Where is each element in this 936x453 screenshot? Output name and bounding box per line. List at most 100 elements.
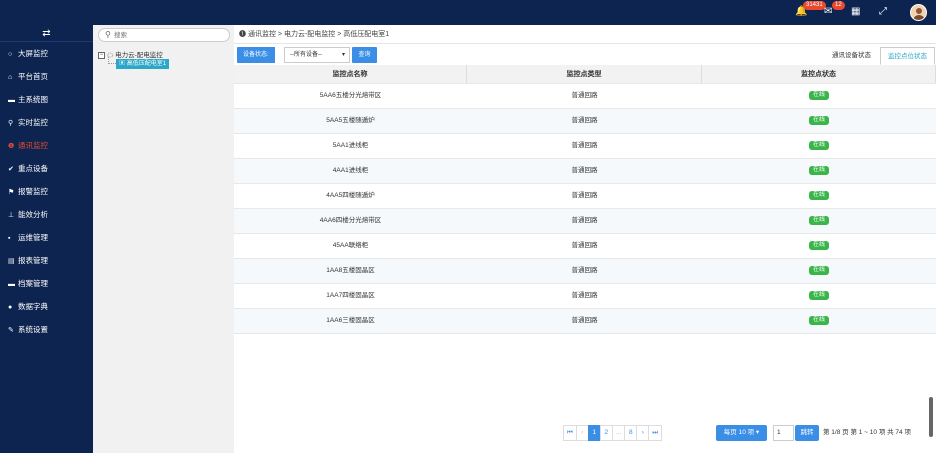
- page-ellipsis: ...: [611, 425, 626, 441]
- sidebar-item-label: 平台首页: [18, 72, 48, 81]
- point-name: 1AA6三楼固晶区: [326, 317, 375, 324]
- tree-node-label: 高低压配电室1: [126, 61, 167, 67]
- point-status-cell: 在线: [702, 209, 936, 233]
- sidebar-item-label: 主系统图: [18, 95, 48, 104]
- point-name: 5AA6五楼分光熔带区: [319, 92, 382, 99]
- table-row[interactable]: 5AA6五楼分光熔带区 普通回路 在线: [234, 84, 936, 109]
- sidebar-item[interactable]: ▪ 运维管理: [0, 226, 93, 249]
- point-name: 4AA5四楼随遁炉: [326, 192, 375, 199]
- avatar[interactable]: [910, 4, 927, 21]
- sidebar: ⇄ ○ 大屏监控 ⌂ 平台首页 ▬ 主系统图 ⚲ 实时监控 ❶ 通讯监控 ✔ 重点设备 ⚑ 报警监控 ⊥ 能效…: [0, 25, 93, 453]
- page-info: 第 1/8 页 第 1 ~ 10 项 共 74 项: [823, 429, 911, 436]
- table-row[interactable]: 5AA1进线柜 普通回路 在线: [234, 134, 936, 159]
- sidebar-item[interactable]: ▤ 报表管理: [0, 249, 93, 272]
- tab-device-status[interactable]: 通讯设备状态: [824, 47, 879, 65]
- header-name[interactable]: 监控点名称: [234, 65, 467, 83]
- point-status-cell: 在线: [702, 84, 936, 108]
- collapse-icon[interactable]: −: [98, 51, 105, 59]
- point-status-cell: 在线: [702, 284, 936, 308]
- sidebar-item-label: 系统设置: [18, 325, 48, 334]
- screen-icon: ▬: [8, 97, 15, 104]
- sidebar-item-label: 报警监控: [18, 187, 48, 196]
- point-type: 普通回路: [571, 292, 598, 299]
- point-status-cell: 在线: [702, 109, 936, 133]
- tree-node-selected[interactable]: ▣ 高低压配电室1: [116, 59, 170, 69]
- sidebar-item[interactable]: ✎ 系统设置: [0, 318, 93, 341]
- wrench-icon: ✎: [8, 327, 14, 334]
- pin-icon: ⚲: [8, 120, 14, 127]
- status-badge: 在线: [808, 290, 829, 300]
- point-type: 普通回路: [571, 167, 598, 174]
- breadcrumb-item[interactable]: 电力云-配电监控: [284, 31, 335, 38]
- grid-icon[interactable]: ▦: [851, 6, 860, 18]
- sidebar-item-label: 运维管理: [18, 233, 48, 242]
- sidebar-item[interactable]: ▬ 档案管理: [0, 272, 93, 295]
- breadcrumb-item[interactable]: 通讯监控: [248, 31, 276, 38]
- scrollbar[interactable]: [929, 397, 933, 437]
- header-type[interactable]: 监控点类型: [467, 65, 702, 83]
- sidebar-toggle-icon[interactable]: ⇄: [0, 25, 93, 42]
- sidebar-item-label: 通讯监控: [18, 141, 48, 150]
- goto-page-button[interactable]: 跳转: [795, 425, 819, 441]
- mail-icon[interactable]: ✉: [824, 6, 832, 18]
- sidebar-item[interactable]: ⚑ 报警监控: [0, 180, 93, 203]
- point-name: 4AA6四楼分光熔带区: [319, 217, 382, 224]
- table-row[interactable]: 4AA6四楼分光熔带区 普通回路 在线: [234, 209, 936, 234]
- point-name: 5AA5五楼随遁炉: [326, 117, 375, 124]
- status-badge: 在线: [808, 90, 829, 100]
- query-button[interactable]: 查询: [352, 47, 377, 63]
- alert-icon: ❶: [8, 143, 15, 150]
- point-name: 45AA联络柜: [332, 242, 369, 249]
- goto-page-input[interactable]: 1: [773, 425, 794, 441]
- table-row[interactable]: 1AA6三楼固晶区 普通回路 在线: [234, 309, 936, 334]
- device-icon: ▣: [119, 61, 126, 67]
- table-row[interactable]: 1AA8五楼固晶区 普通回路 在线: [234, 259, 936, 284]
- table-row[interactable]: 4AA5四楼随遁炉 普通回路 在线: [234, 184, 936, 209]
- status-badge: 在线: [808, 215, 829, 225]
- sidebar-item-label: 能效分析: [18, 210, 48, 219]
- point-type: 普通回路: [571, 317, 598, 324]
- point-name: 4AA1进线柜: [332, 167, 369, 174]
- sidebar-item[interactable]: ❶ 通讯监控: [0, 134, 93, 157]
- point-name: 5AA1进线柜: [332, 142, 369, 149]
- sidebar-item[interactable]: ○ 大屏监控: [0, 42, 93, 65]
- sidebar-item-label: 大屏监控: [18, 49, 48, 58]
- tab-point-status[interactable]: 监控点位状态: [880, 47, 935, 65]
- point-type: 普通回路: [571, 267, 598, 274]
- point-status-cell: 在线: [702, 259, 936, 283]
- table-row[interactable]: 5AA5五楼随遁炉 普通回路 在线: [234, 109, 936, 134]
- search-input[interactable]: [114, 30, 224, 40]
- status-badge: 在线: [808, 190, 829, 200]
- table-row[interactable]: 45AA联络柜 普通回路 在线: [234, 234, 936, 259]
- point-name: 1AA8五楼固晶区: [326, 267, 375, 274]
- sidebar-item[interactable]: ⚲ 实时监控: [0, 111, 93, 134]
- sidebar-item-label: 实时监控: [18, 118, 48, 127]
- point-type: 普通回路: [571, 192, 598, 199]
- sidebar-item[interactable]: ▬ 主系统图: [0, 88, 93, 111]
- status-select[interactable]: --所有设备-- ▾: [284, 47, 350, 63]
- sidebar-item[interactable]: ✔ 重点设备: [0, 157, 93, 180]
- main-content: ❶ 通讯监控 > 电力云-配电监控 > 高低压配电室1 设备状态: --所有设备…: [234, 25, 936, 453]
- status-badge: 在线: [808, 265, 829, 275]
- circle-icon: ○: [8, 51, 13, 58]
- sidebar-item[interactable]: ⌂ 平台首页: [0, 65, 93, 88]
- last-page-button[interactable]: ⏭: [648, 425, 663, 441]
- sidebar-item[interactable]: ● 数据字典: [0, 295, 93, 318]
- pagination: ⏮ ‹ 1 2 ... 8 › ⏭: [563, 425, 663, 441]
- point-status-cell: 在线: [702, 234, 936, 258]
- top-bar: 🔔 31431 ✉ 12 ▦ ⤢: [0, 0, 936, 25]
- per-page-select[interactable]: 每页 10 项 ▾: [716, 425, 767, 441]
- fullscreen-icon[interactable]: ⤢: [879, 6, 887, 18]
- status-badge: 在线: [808, 115, 829, 125]
- table-row[interactable]: 4AA1进线柜 普通回路 在线: [234, 159, 936, 184]
- tree-search[interactable]: ⚲: [98, 28, 230, 42]
- sidebar-item-label: 重点设备: [18, 164, 48, 173]
- sidebar-item[interactable]: ⊥ 能效分析: [0, 203, 93, 226]
- data-table: 监控点名称 监控点类型 监控点状态 5AA6五楼分光熔带区 普通回路 在线 5AA5五…: [234, 65, 936, 334]
- status-badge: 在线: [808, 165, 829, 175]
- table-row[interactable]: 1AA7四楼固晶区 普通回路 在线: [234, 284, 936, 309]
- home-icon: ⌂: [8, 74, 13, 81]
- first-page-button[interactable]: ⏮: [563, 425, 577, 441]
- header-status[interactable]: 监控点状态: [702, 65, 936, 83]
- breadcrumb-item: 高低压配电室1: [343, 31, 390, 38]
